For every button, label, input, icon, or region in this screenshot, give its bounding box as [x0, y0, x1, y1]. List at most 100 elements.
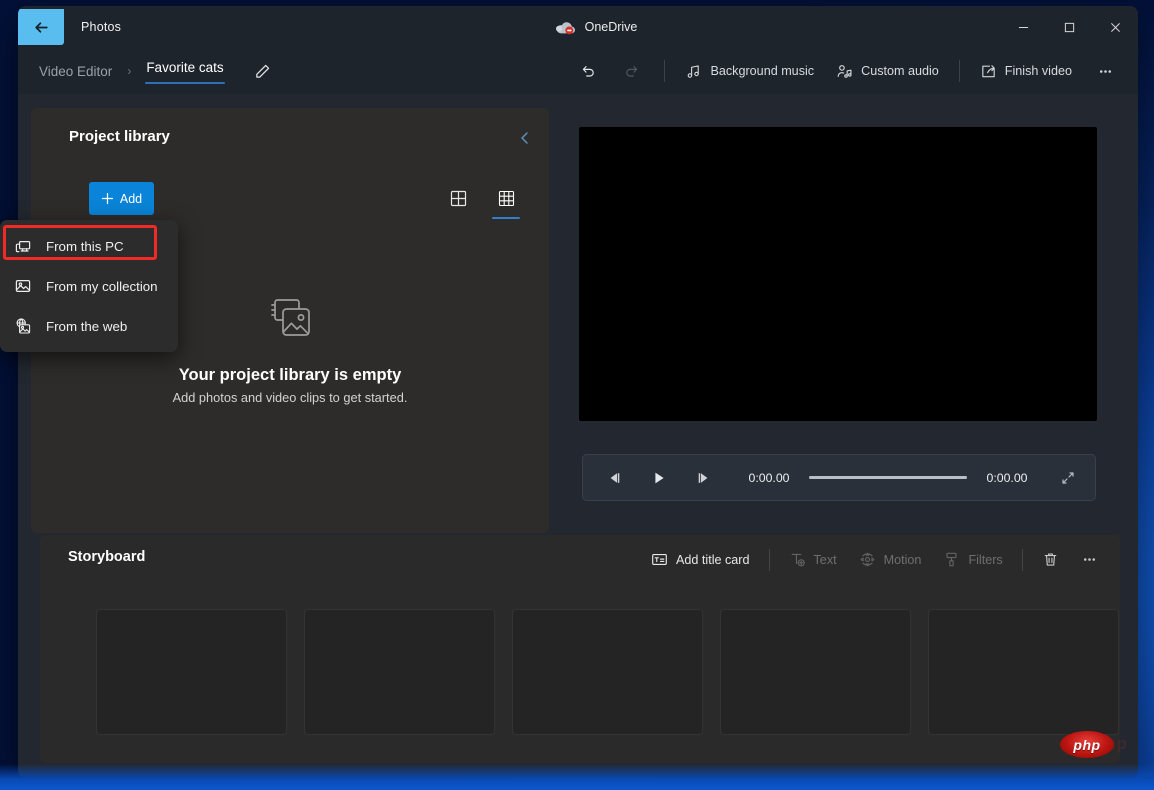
- text-button[interactable]: Text: [778, 543, 848, 576]
- toolbar-more-button[interactable]: [1083, 56, 1128, 87]
- php-watermark: php: [1060, 731, 1114, 758]
- playback-controls: 0:00.00 0:00.00: [582, 454, 1096, 501]
- storyboard-toolbar: Add title card Text Motion Filters: [640, 543, 1109, 576]
- expand-icon: [1062, 471, 1074, 484]
- maximize-button[interactable]: [1046, 6, 1092, 48]
- undo-button[interactable]: [565, 56, 610, 87]
- onedrive-status: OneDrive: [18, 19, 1138, 35]
- video-preview-surface[interactable]: [579, 127, 1097, 421]
- storyboard-title: Storyboard: [68, 549, 146, 565]
- storyboard-card-list: [96, 609, 1119, 735]
- ellipsis-icon: [1099, 69, 1112, 73]
- photos-app-window: Photos OneDrive Video Editor › Favorite …: [18, 6, 1138, 778]
- add-media-label: Add: [119, 191, 143, 206]
- filters-label: Filters: [968, 552, 1003, 567]
- person-audio-icon: [837, 64, 852, 78]
- motion-button[interactable]: Motion: [848, 543, 933, 576]
- minimize-icon: [1018, 26, 1028, 28]
- close-icon: [1110, 22, 1120, 32]
- back-button[interactable]: [18, 9, 64, 45]
- total-time-label: 0:00.00: [986, 470, 1028, 485]
- menu-item-from-the-web[interactable]: From the web: [0, 306, 178, 346]
- library-empty-subtitle: Add photos and video clips to get starte…: [172, 390, 408, 405]
- text-label: Text: [813, 552, 837, 567]
- custom-audio-label: Custom audio: [861, 64, 939, 78]
- window-controls: [1000, 6, 1138, 48]
- finish-video-button[interactable]: Finish video: [969, 56, 1083, 87]
- breadcrumb-video-editor[interactable]: Video Editor: [33, 60, 118, 83]
- toolbar-divider: [664, 60, 666, 82]
- grid-2x2-icon: [450, 190, 466, 206]
- play-icon: [655, 472, 664, 483]
- filters-button[interactable]: Filters: [932, 543, 1013, 576]
- redo-arrow-icon: [626, 65, 638, 77]
- add-title-card-button[interactable]: Add title card: [640, 543, 761, 576]
- project-library-title: Project library: [69, 128, 170, 145]
- storyboard-card[interactable]: [720, 609, 911, 735]
- photo-stack-icon: [270, 299, 310, 336]
- chevron-left-icon: [521, 132, 528, 144]
- background-music-label: Background music: [710, 64, 815, 78]
- next-frame-icon: [698, 472, 708, 483]
- desktop-background: Photos OneDrive Video Editor › Favorite …: [0, 0, 1154, 790]
- view-toggle-group: [442, 182, 522, 219]
- breadcrumb-toolbar-row: Video Editor › Favorite cats Background …: [18, 48, 1138, 94]
- custom-audio-button[interactable]: Custom audio: [825, 56, 950, 87]
- fullscreen-button[interactable]: [1049, 461, 1087, 495]
- maximize-icon: [1064, 22, 1074, 32]
- motion-label: Motion: [883, 552, 922, 567]
- pencil-icon: [256, 64, 270, 78]
- motion-icon: [860, 552, 875, 567]
- menu-item-label: From this PC: [46, 238, 124, 254]
- redo-button[interactable]: [610, 56, 655, 87]
- monitor-pc-icon: [15, 240, 31, 253]
- menu-item-from-my-collection[interactable]: From my collection: [0, 266, 178, 306]
- grid-3x3-icon: [498, 190, 514, 206]
- image-icon: [15, 279, 31, 293]
- delete-button[interactable]: [1031, 543, 1070, 576]
- add-media-menu: From this PC From my collection From the…: [0, 220, 178, 352]
- title-card-icon: [652, 554, 667, 565]
- toolbar-divider-2: [958, 60, 960, 82]
- add-title-card-label: Add title card: [676, 552, 750, 567]
- play-button[interactable]: [640, 461, 678, 495]
- storyboard-more-button[interactable]: [1070, 543, 1109, 576]
- storyboard-panel: Storyboard Add title card Text Motion Fi…: [40, 535, 1120, 763]
- editor-toolbar: Background music Custom audio Finish vid…: [565, 48, 1128, 94]
- filters-brush-icon: [946, 552, 958, 567]
- export-share-icon: [982, 64, 995, 77]
- music-note-icon: [688, 64, 700, 78]
- previous-frame-button[interactable]: [596, 461, 634, 495]
- menu-item-from-this-pc[interactable]: From this PC: [0, 226, 178, 266]
- web-image-icon: [16, 318, 31, 334]
- finish-video-label: Finish video: [1004, 64, 1072, 78]
- small-grid-view-button[interactable]: [490, 182, 522, 219]
- close-button[interactable]: [1092, 6, 1138, 48]
- plus-icon: [101, 192, 113, 205]
- minimize-button[interactable]: [1000, 6, 1046, 48]
- menu-item-label: From the web: [46, 318, 128, 334]
- onedrive-label: OneDrive: [584, 20, 638, 34]
- next-frame-button[interactable]: [684, 461, 722, 495]
- previous-frame-icon: [610, 472, 620, 483]
- ellipsis-icon: [1083, 558, 1095, 561]
- undo-arrow-icon: [583, 65, 595, 77]
- collapse-library-button[interactable]: [511, 124, 539, 152]
- text-add-icon: [791, 553, 805, 567]
- storyboard-card[interactable]: [96, 609, 287, 735]
- breadcrumb-separator: ›: [127, 64, 132, 78]
- storyboard-card[interactable]: [304, 609, 495, 735]
- storyboard-card[interactable]: [928, 609, 1119, 735]
- playback-scrubber[interactable]: [809, 470, 967, 486]
- add-media-button[interactable]: Add: [89, 182, 154, 215]
- rename-project-button[interactable]: [248, 56, 278, 86]
- large-grid-view-button[interactable]: [442, 182, 474, 214]
- background-music-button[interactable]: Background music: [674, 56, 825, 87]
- storyboard-divider-2: [1021, 548, 1023, 571]
- breadcrumb-current-project[interactable]: Favorite cats: [140, 56, 229, 86]
- trash-icon: [1044, 553, 1057, 566]
- app-title: Photos: [81, 20, 122, 34]
- current-time-label: 0:00.00: [748, 470, 790, 485]
- onedrive-cloud-icon: [555, 19, 577, 35]
- storyboard-card[interactable]: [512, 609, 703, 735]
